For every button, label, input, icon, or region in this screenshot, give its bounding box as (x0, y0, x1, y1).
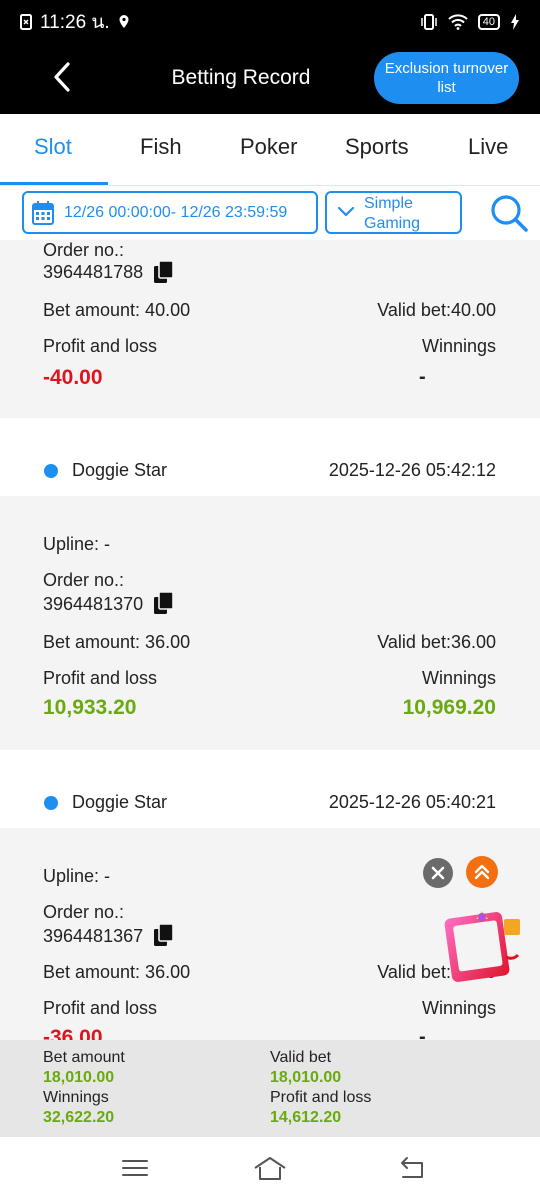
category-tabs: Slot Fish Poker Sports Live (0, 114, 540, 186)
battery-indicator: 40 (477, 14, 500, 30)
active-tab-indicator (0, 182, 108, 185)
search-button[interactable] (488, 192, 530, 234)
record-card: Order no.: 3964481788 Bet amount: 40.00 … (0, 240, 540, 418)
chevron-down-icon (337, 206, 355, 217)
profit-label: Profit and loss (43, 336, 158, 356)
winnings-value: - (419, 366, 426, 388)
summary-footer: Bet amount 18,010.00 Valid bet 18,010.00… (0, 1040, 540, 1137)
order-number: 3964481788 (43, 262, 144, 282)
tab-poker[interactable]: Poker (240, 134, 297, 160)
tab-slot[interactable]: Slot (34, 134, 72, 160)
bet-amount: Bet amount: 40.00 (43, 300, 191, 320)
winnings-label: Winnings (421, 998, 496, 1018)
calendar-icon (32, 200, 54, 225)
order-label: Order no.: (43, 240, 125, 260)
record-card: Upline: - Order no.: 3964481370 Bet amou… (0, 496, 540, 750)
date-range-text: 12/26 00:00:00- 12/26 23:59:59 (64, 203, 288, 221)
promo-gift-button[interactable] (442, 905, 524, 985)
app-header: Betting Record Exclusion turnover list (0, 44, 540, 114)
game-name: Doggie Star (72, 792, 168, 812)
winnings-value: - (419, 1026, 426, 1040)
system-nav-bar (0, 1137, 540, 1200)
profit-value: 10,933.20 (43, 696, 137, 719)
summary-profit-value: 14,612.20 (270, 1109, 342, 1126)
winnings-label: Winnings (421, 668, 496, 688)
back-nav-button[interactable] (395, 1153, 429, 1183)
location-icon (118, 14, 130, 30)
game-provider-value: Simple Gaming (364, 195, 421, 232)
profit-label: Profit and loss (43, 998, 158, 1018)
tab-fish[interactable]: Fish (140, 134, 182, 160)
upline: Upline: - (43, 866, 111, 886)
return-icon (401, 1157, 423, 1178)
bet-time: 2025-12-26 05:40:21 (328, 792, 496, 812)
charging-icon (510, 14, 520, 30)
order-label: Order no.: (43, 570, 125, 590)
tab-live[interactable]: Live (468, 134, 508, 160)
valid-bet: Valid bet:36.00 (377, 632, 496, 652)
home-icon (254, 1157, 286, 1180)
status-dot (44, 464, 58, 478)
bet-amount: Bet amount: 36.00 (43, 962, 191, 982)
order-label: Order no.: (43, 902, 125, 922)
summary-profit-label: Profit and loss (270, 1089, 372, 1106)
copy-icon[interactable] (154, 923, 174, 946)
menu-icon (122, 1160, 148, 1176)
scroll-top-button[interactable] (466, 856, 498, 888)
summary-bet-label: Bet amount (43, 1049, 125, 1066)
summary-winnings-value: 32,622.20 (43, 1109, 115, 1126)
vibrate-icon (420, 14, 438, 30)
game-name: Doggie Star (72, 460, 168, 480)
summary-bet-value: 18,010.00 (43, 1069, 115, 1086)
copy-icon[interactable] (154, 260, 174, 283)
double-chevron-up-icon (474, 864, 490, 880)
exclusion-turnover-button[interactable]: Exclusion turnover list (374, 52, 519, 104)
bet-time: 2025-12-26 05:42:12 (328, 460, 496, 480)
status-dot (44, 796, 58, 810)
summary-winnings-label: Winnings (43, 1089, 109, 1106)
record-header: Doggie Star 2025-12-26 05:40:21 (0, 750, 540, 828)
winnings-label: Winnings (421, 336, 496, 356)
profit-value: -36.00 (43, 1026, 103, 1040)
record-header: Doggie Star 2025-12-26 05:42:12 (0, 418, 540, 496)
summary-valid-label: Valid bet (270, 1049, 332, 1066)
filter-bar: 12/26 00:00:00- 12/26 23:59:59 Simple Ga… (0, 186, 540, 240)
game-provider-select[interactable]: Simple Gaming (325, 191, 462, 234)
gift-box-icon (444, 911, 520, 982)
profit-label: Profit and loss (43, 668, 158, 688)
status-bar: 11:26 น. 40 (0, 0, 540, 44)
sim-icon (20, 14, 32, 30)
order-number: 3964481367 (43, 926, 144, 946)
wifi-icon (448, 14, 468, 30)
summary-valid-value: 18,010.00 (270, 1069, 342, 1086)
close-icon (431, 866, 445, 880)
menu-nav-button[interactable] (118, 1153, 152, 1183)
close-float-button[interactable] (423, 858, 453, 888)
status-time: 11:26 น. (40, 12, 110, 33)
tab-sports[interactable]: Sports (345, 134, 409, 160)
copy-icon[interactable] (154, 591, 174, 614)
winnings-value: 10,969.20 (402, 696, 496, 719)
home-nav-button[interactable] (253, 1153, 287, 1183)
search-icon (491, 195, 528, 232)
profit-value: -40.00 (43, 366, 103, 389)
valid-bet: Valid bet:40.00 (377, 300, 496, 320)
order-number: 3964481370 (43, 594, 144, 614)
date-range-picker[interactable]: 12/26 00:00:00- 12/26 23:59:59 (22, 191, 318, 234)
upline: Upline: - (43, 534, 111, 554)
bet-amount: Bet amount: 36.00 (43, 632, 191, 652)
